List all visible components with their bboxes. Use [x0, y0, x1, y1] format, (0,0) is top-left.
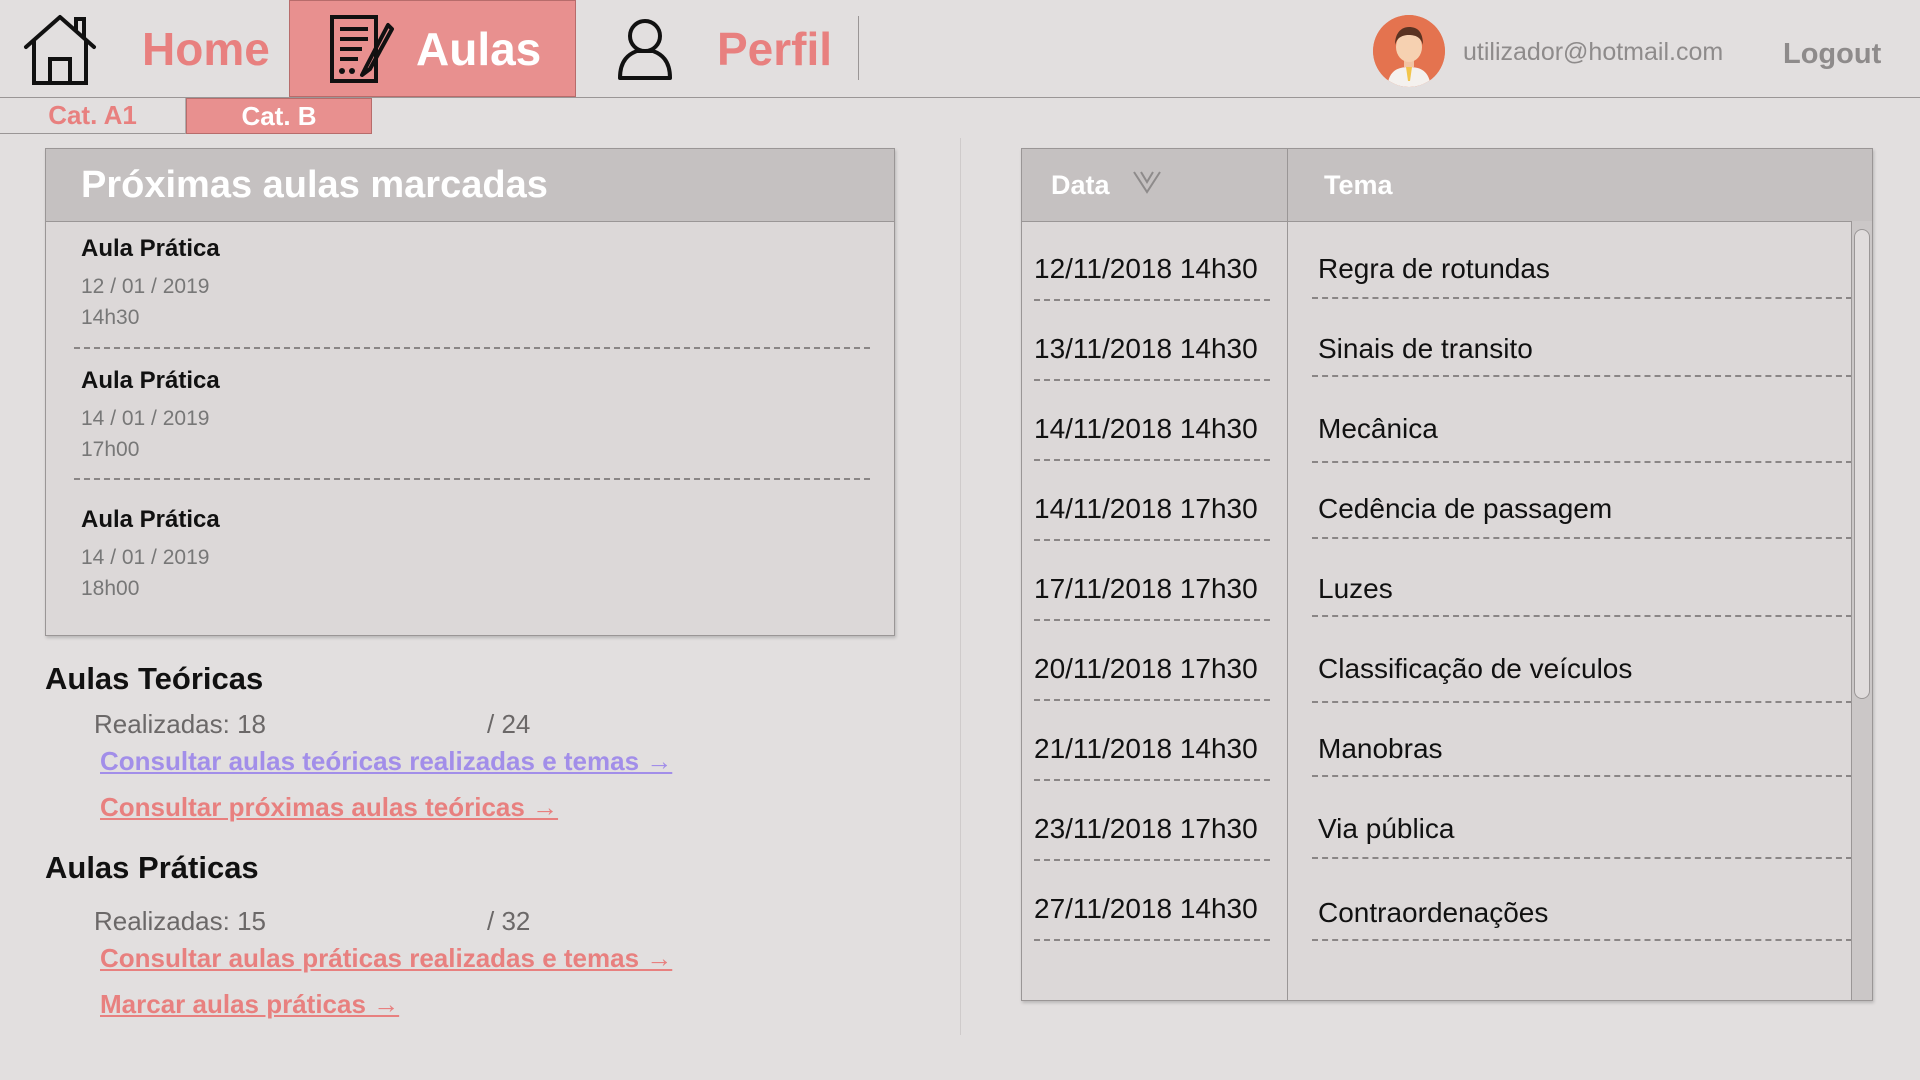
scrollbar-thumb[interactable]	[1854, 229, 1870, 699]
top-navigation: Home Aulas Perfil utilizador@hotmail.com…	[0, 0, 1920, 98]
row-date: 17/11/2018 17h30	[1034, 573, 1258, 604]
divider	[1312, 775, 1852, 777]
divider	[74, 347, 870, 349]
lesson-time: 18h00	[81, 577, 140, 600]
row-topic: Luzes	[1318, 573, 1393, 604]
row-date: 21/11/2018 14h30	[1034, 733, 1258, 764]
row-topic: Classificação de veículos	[1318, 653, 1633, 684]
praticas-title: Aulas Práticas	[45, 850, 259, 885]
link-marcar-praticas[interactable]: Marcar aulas práticas →	[100, 989, 399, 1020]
divider	[1312, 461, 1852, 463]
user-outline-icon	[615, 16, 675, 82]
table-row[interactable]: 13/11/2018 14h30 Sinais de transito	[1022, 333, 1852, 413]
row-date: 12/11/2018 14h30	[1034, 253, 1258, 284]
divider	[1034, 379, 1270, 381]
table-row[interactable]: 17/11/2018 17h30 Luzes	[1022, 573, 1852, 653]
divider	[1034, 939, 1270, 941]
table-header: Data Tema	[1022, 149, 1872, 222]
link-teoricas-realizadas[interactable]: Consultar aulas teóricas realizadas e te…	[100, 746, 672, 777]
row-date: 27/11/2018 14h30	[1034, 893, 1258, 924]
lesson-date: 12 / 01 / 2019	[81, 275, 210, 298]
table-row[interactable]: 23/11/2018 17h30 Via pública	[1022, 813, 1852, 893]
lesson-time: 14h30	[81, 306, 140, 329]
divider	[1034, 299, 1270, 301]
document-edit-icon	[290, 13, 394, 85]
praticas-realizadas: Realizadas: 15	[94, 906, 266, 936]
lesson-title: Aula Prática	[81, 235, 220, 262]
table-row[interactable]: 27/11/2018 14h30 Contraordenações	[1022, 893, 1852, 973]
upcoming-lessons-panel: Próximas aulas marcadas Aula Prática 12 …	[45, 148, 895, 636]
lesson-item[interactable]: Aula Prática 14 / 01 / 2019 17h00	[81, 367, 861, 465]
column-header-tema[interactable]: Tema	[1324, 149, 1393, 221]
row-topic: Mecânica	[1318, 413, 1438, 444]
row-date: 20/11/2018 17h30	[1034, 653, 1258, 684]
row-date: 14/11/2018 17h30	[1034, 493, 1258, 524]
nav-aulas-label: Aulas	[416, 22, 542, 75]
lesson-date: 14 / 01 / 2019	[81, 546, 210, 569]
lesson-date: 14 / 01 / 2019	[81, 407, 210, 430]
link-praticas-realizadas[interactable]: Consultar aulas práticas realizadas e te…	[100, 943, 672, 974]
nav-aulas[interactable]: Aulas	[289, 0, 576, 97]
divider	[1312, 297, 1852, 299]
house-icon	[20, 11, 100, 87]
table-row[interactable]: 14/11/2018 17h30 Cedência de passagem	[1022, 493, 1852, 573]
teoricas-total: / 24	[487, 709, 531, 739]
divider	[1312, 701, 1852, 703]
row-date: 23/11/2018 17h30	[1034, 813, 1258, 844]
nav-perfil-label: Perfil	[717, 22, 833, 75]
column-divider	[960, 138, 961, 1035]
nav-perfil[interactable]: Perfil	[615, 0, 855, 97]
user-email: utilizador@hotmail.com	[1463, 38, 1724, 66]
lesson-item[interactable]: Aula Prática 12 / 01 / 2019 14h30	[81, 235, 861, 333]
column-header-data[interactable]: Data	[1051, 149, 1162, 221]
link-proximas-teoricas[interactable]: Consultar próximas aulas teóricas →	[100, 792, 558, 823]
table-row[interactable]: 20/11/2018 17h30 Classificação de veícul…	[1022, 653, 1852, 733]
divider	[1034, 539, 1270, 541]
upcoming-lessons-title: Próximas aulas marcadas	[46, 149, 894, 222]
teoricas-realizadas: Realizadas: 18	[94, 709, 266, 739]
nav-home-label: Home	[142, 22, 270, 75]
table-scrollbar[interactable]	[1851, 221, 1872, 1000]
lessons-table: Data Tema 12/11/2018 14h30 Regra de rotu…	[1021, 148, 1873, 1001]
row-topic: Contraordenações	[1318, 897, 1549, 928]
divider	[1312, 537, 1852, 539]
table-row[interactable]: 14/11/2018 14h30 Mecânica	[1022, 413, 1852, 493]
row-date: 13/11/2018 14h30	[1034, 333, 1258, 364]
divider	[1034, 779, 1270, 781]
row-topic: Via pública	[1318, 813, 1455, 844]
lesson-title: Aula Prática	[81, 506, 220, 533]
nav-home[interactable]: Home	[20, 0, 280, 97]
lesson-item[interactable]: Aula Prática 14 / 01 / 2019 18h00	[81, 506, 861, 604]
praticas-total: / 32	[487, 906, 531, 936]
row-topic: Cedência de passagem	[1318, 493, 1613, 524]
divider	[1312, 857, 1852, 859]
divider	[74, 478, 870, 480]
tab-cat-a1[interactable]: Cat. A1	[0, 98, 186, 134]
divider	[1312, 939, 1852, 941]
chevron-down-icon[interactable]	[1110, 169, 1162, 202]
divider	[1034, 459, 1270, 461]
avatar[interactable]	[1373, 15, 1445, 87]
logout-button[interactable]: Logout	[1783, 38, 1881, 71]
divider	[1312, 375, 1852, 377]
row-date: 14/11/2018 14h30	[1034, 413, 1258, 444]
lesson-title: Aula Prática	[81, 367, 220, 394]
divider	[1034, 859, 1270, 861]
table-row[interactable]: 21/11/2018 14h30 Manobras	[1022, 733, 1852, 813]
row-topic: Sinais de transito	[1318, 333, 1533, 364]
column-header-data-label: Data	[1051, 169, 1110, 200]
lesson-time: 17h00	[81, 438, 140, 461]
divider	[1034, 619, 1270, 621]
row-topic: Manobras	[1318, 733, 1443, 764]
table-row[interactable]: 12/11/2018 14h30 Regra de rotundas	[1022, 253, 1852, 333]
divider	[1312, 615, 1852, 617]
nav-separator	[858, 16, 859, 80]
tab-cat-b[interactable]: Cat. B	[186, 98, 372, 134]
row-topic: Regra de rotundas	[1318, 253, 1550, 284]
divider	[1034, 699, 1270, 701]
teoricas-title: Aulas Teóricas	[45, 661, 264, 696]
